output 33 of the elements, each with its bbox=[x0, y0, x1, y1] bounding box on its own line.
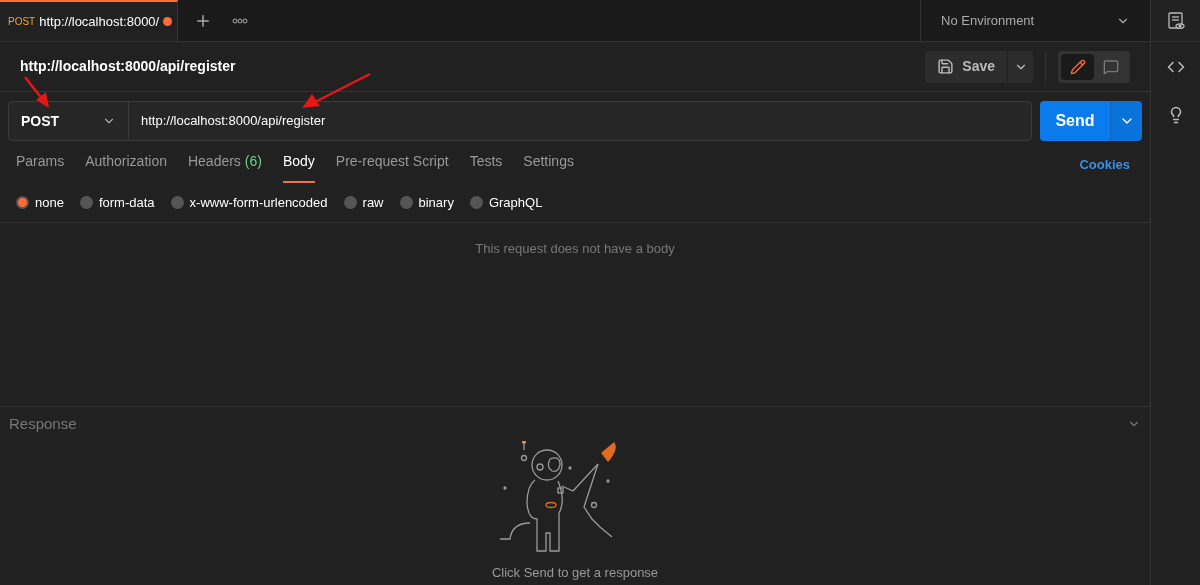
empty-body-message: This request does not have a body bbox=[475, 240, 675, 258]
request-name: http://localhost:8000/api/register bbox=[20, 57, 236, 76]
edit-mode-button[interactable] bbox=[1061, 53, 1094, 80]
request-tab[interactable]: POST http://localhost:8000/ bbox=[0, 0, 178, 41]
tab-title: http://localhost:8000/ bbox=[39, 12, 160, 31]
method-label: POST bbox=[8, 15, 36, 29]
body-type-radio[interactable]: form-data bbox=[79, 192, 155, 213]
body-type-radio[interactable]: x-www-form-urlencoded bbox=[170, 192, 328, 213]
comment-icon bbox=[1102, 58, 1119, 75]
arrow-annotation bbox=[300, 72, 372, 110]
request-section-tab[interactable]: Body bbox=[282, 151, 315, 183]
request-section-tab[interactable]: Params bbox=[16, 151, 65, 183]
request-section-tab[interactable]: Authorization bbox=[85, 151, 167, 183]
pencil-icon bbox=[1069, 58, 1086, 75]
send-button[interactable]: Send bbox=[1040, 101, 1110, 141]
request-section-tab[interactable]: Headers (6) bbox=[187, 151, 262, 183]
save-icon bbox=[937, 58, 955, 75]
cookies-link[interactable]: Cookies bbox=[1079, 154, 1130, 183]
header-count: (6) bbox=[244, 153, 262, 169]
body-type-radio[interactable]: none bbox=[16, 192, 64, 213]
response-title: Response bbox=[9, 413, 77, 434]
request-section-tab[interactable]: Settings bbox=[523, 151, 574, 183]
save-button[interactable]: Save bbox=[925, 50, 1007, 83]
request-section-tab[interactable]: Tests bbox=[469, 151, 503, 183]
request-section-tab[interactable]: Pre-request Script bbox=[335, 151, 449, 183]
body-type-radio[interactable]: binary bbox=[399, 192, 454, 213]
body-type-radio[interactable]: raw bbox=[343, 192, 384, 213]
environment-quick-look-icon[interactable] bbox=[1166, 11, 1185, 30]
more-icon[interactable] bbox=[232, 17, 248, 24]
body-type-radio[interactable]: GraphQL bbox=[469, 192, 543, 213]
environment-dropdown[interactable]: No Environment bbox=[920, 0, 1150, 41]
response-hint: Click Send to get a response bbox=[491, 564, 659, 582]
arrow-annotation bbox=[22, 74, 52, 110]
